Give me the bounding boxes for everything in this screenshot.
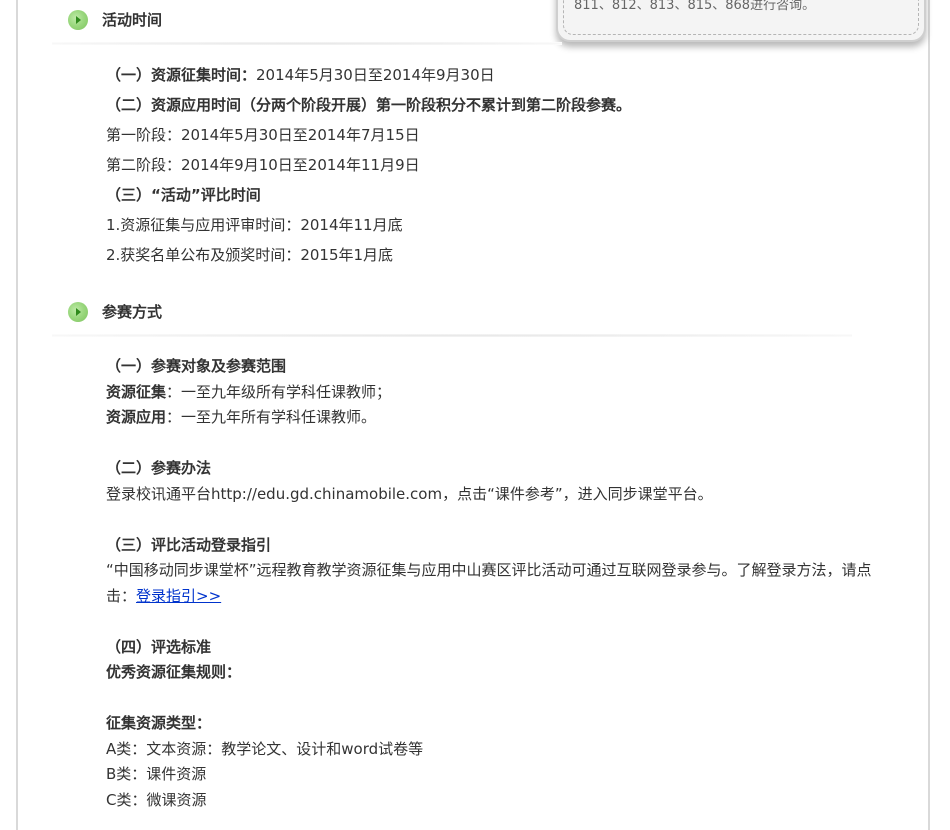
page-border-left [16,0,18,830]
type-b-line: B类：课件资源 [106,765,207,783]
section-divider [52,42,562,45]
phase-one-line: 第一阶段：2014年5月30日至2014年7月15日 [106,126,420,144]
method-text: 登录校讯通平台http://edu.gd.chinamobile.com，点击“… [106,485,713,503]
type-a-line: A类：文本资源：教学论文、设计和word试卷等 [106,740,424,758]
page-border-right [928,0,930,830]
green-play-bullet-icon [68,10,88,30]
participants-heading: （一）参赛对象及参赛范围 [106,357,287,375]
collect-text: ：一至九年级所有学科任课教师； [166,383,392,401]
time-collect-label: （一）资源征集时间： [106,66,257,84]
section-header-participation: 参赛方式 [52,297,852,341]
contact-callout-box: 811、812、813、815、868进行咨询。 [556,0,926,42]
guide-text-continued: 击：登录指引>> [106,586,221,606]
collect-label: 资源征集 [106,383,167,401]
login-guide-heading: （三）评比活动登录指引 [106,536,272,554]
evaluation-time-heading: （三）“活动”评比时间 [106,186,261,204]
callout-text: 811、812、813、815、868进行咨询。 [563,0,919,35]
section-divider [52,334,852,337]
guide-text-prefix: 击： [106,587,137,605]
type-c-line: C类：微课资源 [106,791,207,809]
section-title: 活动时间 [102,11,163,29]
guide-text: “中国移动同步课堂杯”远程教育教学资源征集与应用中山赛区评比活动可通过互联网登录… [106,561,872,579]
section-title: 参赛方式 [102,303,163,321]
resource-types-title: 征集资源类型： [106,714,212,732]
time-apply-heading: （二）资源应用时间（分两个阶段开展）第一阶段积分不累计到第二阶段参赛。 [106,96,632,114]
award-time-line: 2.获奖名单公布及颁奖时间：2015年1月底 [106,246,394,264]
apply-scope-line: 资源应用：一至九年所有学科任课教师。 [106,407,376,427]
method-heading: （二）参赛办法 [106,459,212,477]
apply-text: ：一至九年所有学科任课教师。 [166,408,377,426]
green-play-bullet-icon [68,302,88,322]
time-collect-value: 2014年5月30日至2014年9月30日 [256,66,495,84]
rules-title: 优秀资源征集规则： [106,663,242,681]
section-header-activity-time: 活动时间 [52,5,562,49]
review-time-line: 1.资源征集与应用评审时间：2014年11月底 [106,216,403,234]
apply-label: 资源应用 [106,408,167,426]
phase-two-line: 第二阶段：2014年9月10日至2014年11月9日 [106,156,420,174]
login-guide-link[interactable]: 登录指引>> [136,587,221,605]
collect-scope-line: 资源征集：一至九年级所有学科任课教师； [106,382,391,402]
time-collect-line: （一）资源征集时间：2014年5月30日至2014年9月30日 [106,65,495,85]
criteria-heading: （四）评选标准 [106,638,212,656]
